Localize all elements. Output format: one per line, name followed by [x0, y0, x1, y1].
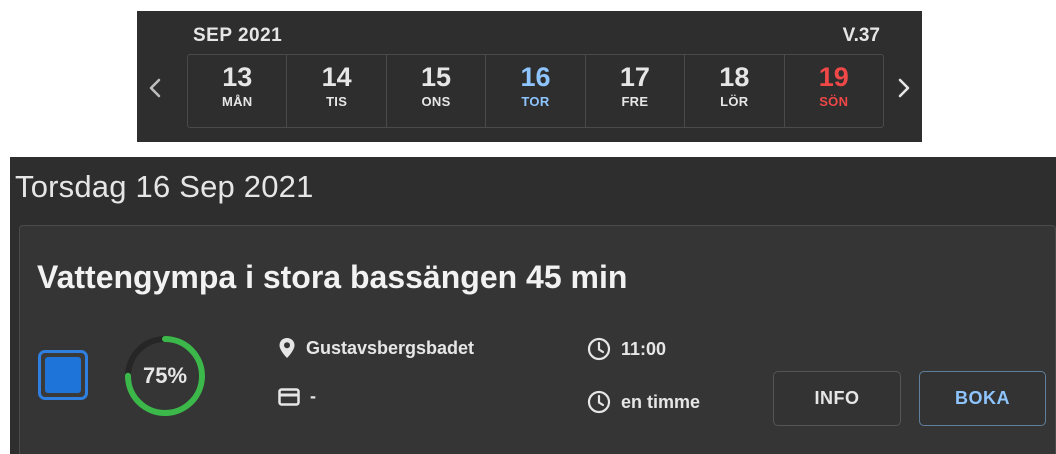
clock-icon: [587, 337, 611, 361]
day-weekday: TIS: [326, 94, 348, 109]
event-checkbox[interactable]: [38, 350, 88, 400]
day-weekday: FRE: [621, 94, 649, 109]
duration-row: en timme: [587, 390, 700, 414]
chevron-left-icon: [149, 78, 161, 98]
event-title: Vattengympa i stora bassängen 45 min: [37, 259, 628, 295]
checkbox-fill: [45, 357, 81, 393]
event-card: Vattengympa i stora bassängen 45 min 75%…: [19, 225, 1056, 454]
map-pin-icon: [279, 338, 295, 358]
week-number: V.37: [842, 25, 880, 46]
prev-week-button[interactable]: [141, 73, 169, 103]
day-sun[interactable]: 19 SÖN: [785, 55, 883, 127]
day-schedule: Torsdag 16 Sep 2021 Vattengympa i stora …: [10, 157, 1056, 454]
duration-text: en timme: [621, 391, 701, 412]
time-text: 11:00: [621, 338, 667, 359]
info-button[interactable]: INFO: [773, 371, 901, 426]
location-text: Gustavsbergsbadet: [306, 337, 475, 358]
day-number: 17: [619, 62, 650, 92]
next-week-button[interactable]: [890, 73, 918, 103]
occupancy-percent: 75%: [142, 363, 188, 388]
day-mon[interactable]: 13 MÅN: [188, 55, 288, 127]
location-row: Gustavsbergsbadet: [278, 337, 474, 359]
selected-date-title: Torsdag 16 Sep 2021: [15, 169, 314, 204]
clock-icon: [587, 390, 611, 414]
day-wed[interactable]: 15 ONS: [387, 55, 487, 127]
day-weekday: LÖR: [720, 94, 749, 109]
credit-card-icon: [278, 387, 300, 406]
day-selector: 13 MÅN 14 TIS 15 ONS 16 TOR 17 FRE 18 LÖ…: [187, 54, 884, 128]
time-row: 11:00: [587, 337, 666, 361]
chevron-right-icon: [898, 78, 910, 98]
day-number: 16: [520, 62, 551, 92]
day-tue[interactable]: 14 TIS: [287, 55, 387, 127]
day-number: 18: [719, 62, 750, 92]
day-number: 13: [222, 62, 253, 92]
day-number: 15: [421, 62, 452, 92]
month-label: SEP 2021: [193, 25, 283, 46]
day-number: 14: [321, 62, 352, 92]
day-thu-selected[interactable]: 16 TOR: [486, 55, 586, 127]
payment-row: -: [278, 386, 316, 407]
day-weekday: SÖN: [819, 94, 849, 109]
occupancy-gauge: 75%: [123, 334, 207, 418]
book-button[interactable]: BOKA: [919, 371, 1046, 426]
payment-text: -: [310, 386, 316, 406]
day-weekday: TOR: [521, 94, 550, 109]
day-fri[interactable]: 17 FRE: [586, 55, 686, 127]
day-weekday: ONS: [421, 94, 451, 109]
day-number: 19: [818, 62, 849, 92]
day-weekday: MÅN: [221, 94, 253, 109]
day-sat[interactable]: 18 LÖR: [685, 55, 785, 127]
week-calendar: SEP 2021 V.37 13 MÅN 14 TIS 15 ONS 16 TO…: [137, 11, 922, 142]
